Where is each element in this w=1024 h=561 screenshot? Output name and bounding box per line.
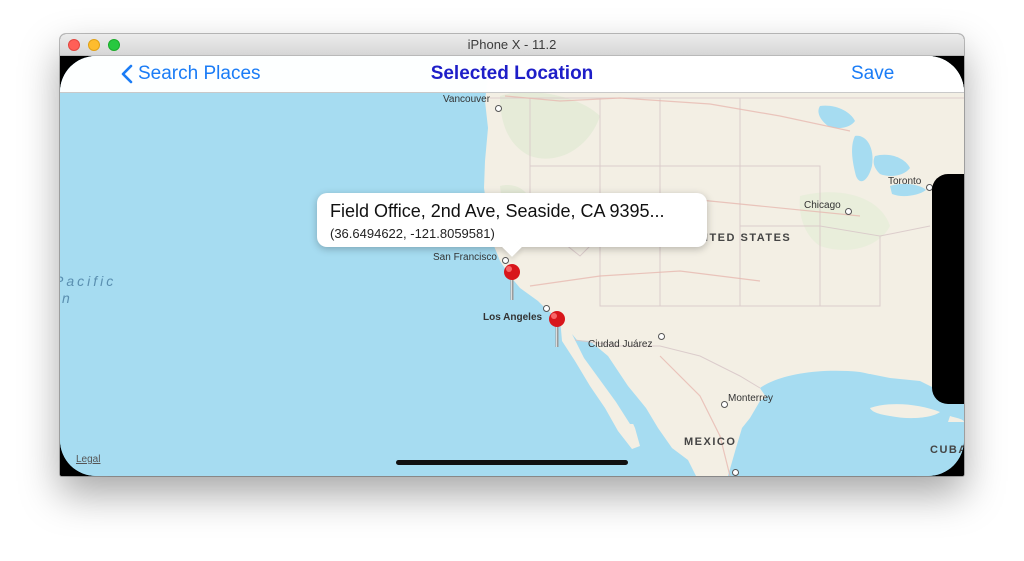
legal-link[interactable]: Legal	[76, 454, 100, 465]
city-dot-south	[732, 469, 739, 476]
city-dot-chicago	[845, 208, 852, 215]
city-label-chicago: Chicago	[804, 200, 841, 211]
country-label-cuba: CUBA	[930, 444, 964, 456]
navigation-bar: Search Places Selected Location Save	[60, 56, 964, 93]
country-label-mexico: MEXICO	[684, 436, 737, 448]
map-pin-icon[interactable]	[502, 262, 522, 302]
simulator-screen: Vancouver San Francisco Los Angeles Ciud…	[60, 56, 964, 476]
back-button-label: Search Places	[138, 63, 261, 84]
back-button[interactable]: Search Places	[120, 63, 261, 85]
city-label-san-francisco: San Francisco	[433, 252, 497, 263]
city-label-toronto: Toronto	[888, 176, 922, 187]
chevron-left-icon	[121, 64, 133, 84]
window-title: iPhone X - 11.2	[467, 37, 557, 52]
page-title: Selected Location	[430, 63, 594, 84]
city-label-vancouver: Vancouver	[443, 94, 491, 105]
city-dot-monterrey	[721, 401, 728, 408]
ocean-label-line1: Pacific	[60, 273, 117, 289]
location-callout[interactable]: Field Office, 2nd Ave, Seaside, CA 9395.…	[317, 193, 707, 247]
device-notch	[932, 174, 964, 404]
callout-address: Field Office, 2nd Ave, Seaside, CA 9395.…	[330, 201, 665, 221]
map-pin-icon[interactable]	[547, 309, 567, 349]
title-bar: iPhone X - 11.2	[60, 34, 964, 56]
device-screen: Vancouver San Francisco Los Angeles Ciud…	[60, 56, 964, 476]
save-button[interactable]: Save	[851, 63, 894, 85]
city-label-monterrey: Monterrey	[728, 393, 774, 404]
home-indicator[interactable]	[396, 460, 628, 465]
callout-coordinates: (36.6494622, -121.8059581)	[330, 226, 495, 241]
city-label-ciudad-juarez: Ciudad Juárez	[588, 339, 653, 350]
city-label-los-angeles: Los Angeles	[483, 312, 543, 323]
simulator-window: iPhone X - 11.2 Vancouver San Francisco …	[60, 34, 964, 476]
ocean-label-line2: n	[62, 290, 73, 306]
city-dot-vancouver	[495, 105, 502, 112]
city-dot-ciudad-juarez	[658, 333, 665, 340]
